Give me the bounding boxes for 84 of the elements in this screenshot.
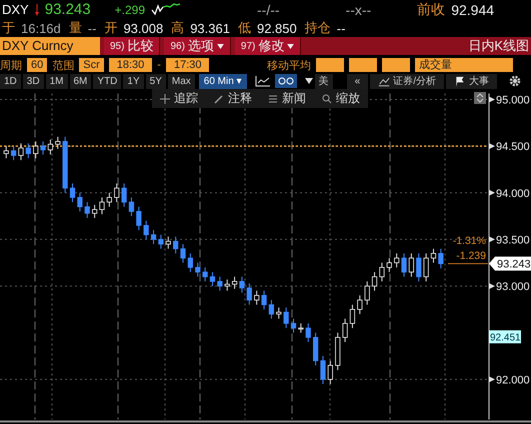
y-axis-tick: 94.500 (489, 141, 530, 154)
period-field[interactable]: 60 (27, 58, 48, 72)
stat-value: 93.361 (190, 20, 230, 36)
line-chart-icon[interactable] (254, 75, 271, 87)
change-label: -1.239 (456, 250, 486, 262)
y-tick-label: 93.000 (496, 281, 530, 294)
y-tick-label: 95.000 (496, 94, 530, 106)
change-label: -1.31% (452, 235, 486, 248)
settings-icon[interactable] (509, 75, 521, 87)
menu-button[interactable]: 96) 选项 (164, 37, 231, 55)
pen-icon (214, 94, 224, 104)
stat-value: -- (88, 20, 96, 36)
y-axis-tick: 92.000 (489, 374, 530, 386)
stat-label: 持仓 (304, 19, 331, 37)
currency-button[interactable]: 美 (314, 74, 333, 88)
moving-average-field[interactable] (316, 58, 344, 72)
moving-average-field[interactable] (349, 58, 377, 72)
price-change: +.299 (114, 2, 145, 16)
stat-label: 于 (2, 19, 15, 37)
y-axis-tick: 93.000 (489, 281, 530, 294)
range-button[interactable]: 1Y (123, 74, 144, 88)
volume-field[interactable]: 成交量 (415, 58, 513, 72)
y-tick-label: 94.000 (496, 188, 530, 200)
stat-value: 93.008 (123, 20, 164, 36)
chart-tool-button[interactable]: 追踪 (152, 89, 206, 108)
analysis-button[interactable]: 证券/分析 (370, 74, 444, 88)
sparkline-icon (151, 2, 181, 16)
caret-icon (216, 44, 224, 48)
security-field[interactable]: DXY Curncy (0, 37, 100, 55)
chart-tool-button[interactable]: 新闻 (260, 89, 314, 108)
y-axis-tick: 94.000 (489, 188, 530, 200)
range-button[interactable]: Max (168, 74, 195, 88)
interval-dropdown[interactable]: 60 Min ▾ (198, 74, 247, 88)
chart-tool-button[interactable]: 注释 (206, 89, 260, 108)
stat-label: 前收 (417, 0, 446, 18)
y-tick-label: 93.500 (496, 234, 530, 246)
time-separator: - (157, 59, 161, 71)
stat-label: 开 (104, 19, 118, 37)
period-label: 周期 (0, 58, 22, 72)
flag-icon (454, 76, 466, 86)
candlestick-icon[interactable] (274, 74, 297, 88)
stat-value: -- (336, 20, 346, 36)
range-button[interactable]: 6M (70, 74, 92, 88)
y-axis-tick: 93.500 (489, 234, 530, 246)
plus-icon (160, 94, 170, 104)
last-price-tag: 93.243 (489, 256, 531, 271)
down-arrow-icon (34, 4, 39, 16)
range-button[interactable]: 3D (22, 74, 44, 88)
moving-average-label: 移动平均 (267, 58, 311, 72)
chart-tool-button[interactable]: 缩放 (314, 89, 368, 108)
collapse-button[interactable]: « (346, 74, 368, 88)
bid-ask: --/-- (257, 2, 280, 18)
stat-label: 高 (171, 19, 184, 37)
menu-button[interactable]: 97) 修改 (234, 37, 302, 55)
chart-title: 日内K线图 (468, 37, 530, 55)
dropdown-arrow-icon[interactable] (304, 78, 313, 84)
range-field[interactable]: Scr (79, 58, 104, 72)
scale-icon[interactable] (474, 92, 486, 104)
end-time-field[interactable]: 17:30 (166, 58, 210, 72)
last-price: 93.243 (44, 1, 91, 18)
chart-icon (378, 76, 390, 86)
caret-icon (287, 44, 294, 48)
price-tag: 92.451 (489, 330, 521, 344)
stat-label: 低 (238, 19, 251, 37)
y-axis-tick: 95.000 (489, 94, 530, 106)
menu-button[interactable]: 95) 比较 (104, 37, 160, 55)
range-button[interactable]: 5Y (146, 74, 166, 88)
y-tick-label: 94.500 (496, 141, 530, 154)
stat-value: 92.944 (451, 2, 494, 18)
bid-ask-size: --x-- (346, 2, 372, 18)
range-button[interactable]: YTD (93, 74, 122, 88)
search-icon (322, 94, 332, 104)
ticker: DXY (2, 2, 29, 17)
range-button[interactable]: 1M (46, 74, 68, 88)
stat-label: 量 (68, 19, 82, 37)
y-tick-label: 92.000 (496, 374, 530, 386)
range-button[interactable]: 1D (0, 74, 21, 88)
list-icon (268, 94, 278, 104)
events-button[interactable]: 大事 (446, 74, 497, 88)
range-label: 范围 (52, 58, 74, 72)
moving-average-field[interactable] (382, 58, 410, 72)
stat-value: 16:16d (21, 20, 61, 36)
start-time-field[interactable]: 18:30 (108, 58, 152, 72)
stat-value: 92.850 (256, 20, 297, 36)
